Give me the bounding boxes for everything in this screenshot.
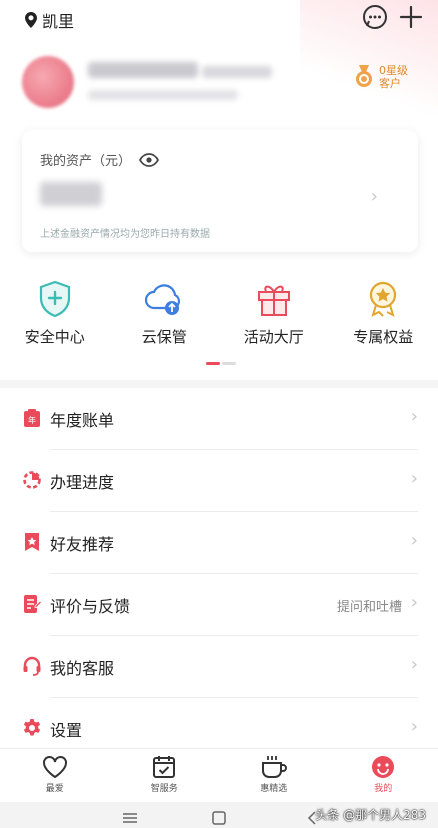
quick-label-cloud: 云保管 [141, 328, 187, 346]
chevron-right-icon: › [410, 592, 418, 613]
menu-label: 办理进度 [50, 473, 115, 492]
quick-item-security[interactable]: 安全中心 [0, 280, 110, 360]
assets-note: 上述金融资产情况均为您昨日持有数据 [40, 229, 210, 240]
star-badge-icon [370, 281, 397, 317]
gear-icon [23, 719, 41, 736]
chevron-right-icon: › [410, 468, 418, 489]
chevron-right-icon: › [410, 406, 418, 427]
blurred-user-subtitle [88, 90, 238, 100]
annual-bill-icon: 年 [24, 409, 40, 427]
menu-label: 设置 [50, 721, 83, 740]
assets-title-row: 我的资产（元） [40, 150, 160, 169]
assets-title: 我的资产（元） [40, 154, 132, 169]
chat-bubble-icon[interactable] [362, 4, 388, 30]
plus-icon[interactable] [398, 4, 424, 30]
tab-label: 惠精选 [260, 784, 288, 794]
menu-item-progress[interactable]: 办理进度 › [0, 450, 438, 512]
bookmark-star-icon [25, 533, 39, 551]
menu-item-feedback[interactable]: 评价与反馈 提问和吐槽 › [0, 574, 438, 636]
header-actions [362, 4, 424, 30]
tab-favorites[interactable]: 最爱 [0, 749, 110, 803]
eye-icon[interactable] [139, 152, 160, 167]
quick-item-activity[interactable]: 活动大厅 [219, 280, 329, 360]
tab-label: 最爱 [45, 784, 64, 794]
tab-mine[interactable]: 我的 [329, 749, 438, 803]
watermark-text: 头条 @那个男人283 [315, 808, 426, 822]
city-label: 凯里 [42, 12, 75, 31]
heart-icon [42, 756, 67, 779]
tab-smart-service[interactable]: 智服务 [110, 749, 220, 803]
header-area: 凯里 0星级 客户 我的资产（元） › 上述金融资产情况均为您昨日持有数据 安全… [0, 0, 438, 380]
page-indicator-inactive [222, 362, 236, 365]
quick-item-cloud[interactable]: 云保管 [110, 280, 220, 360]
menu-label: 年度账单 [50, 411, 115, 430]
tab-label: 智服务 [150, 784, 178, 794]
menu-label: 好友推荐 [50, 535, 115, 554]
home-nav-icon[interactable] [212, 811, 226, 825]
feedback-icon [24, 595, 42, 613]
menu-item-annual-bill[interactable]: 年 年度账单 › [0, 388, 438, 450]
headset-icon [23, 656, 41, 676]
quick-label-activity: 活动大厅 [243, 328, 304, 346]
quick-actions: 安全中心 云保管 活动大厅 专属权益 [0, 280, 438, 360]
tab-label: 我的 [374, 784, 393, 794]
quick-item-benefits[interactable]: 专属权益 [329, 280, 438, 360]
chevron-right-icon[interactable]: › [371, 186, 378, 207]
progress-icon [23, 471, 41, 489]
menu-list: 年 年度账单 › 办理进度 › 好友推荐 › 评价与反馈 提问和吐槽 › 我的客… [0, 388, 438, 748]
menu-item-referral[interactable]: 好友推荐 › [0, 512, 438, 574]
level-text-line1: 0星级 [379, 64, 408, 77]
chevron-right-icon: › [410, 654, 418, 675]
cup-icon [261, 756, 287, 778]
page-indicator-active [206, 362, 220, 365]
menu-label: 我的客服 [50, 659, 115, 678]
avatar[interactable] [22, 56, 74, 108]
level-text-line2: 客户 [379, 77, 401, 90]
shield-plus-icon [39, 280, 70, 318]
calendar-check-icon [153, 756, 176, 778]
page-indicator [206, 362, 236, 365]
customer-level-badge[interactable]: 0星级 客户 [353, 64, 408, 90]
assets-card[interactable]: 我的资产（元） › 上述金融资产情况均为您昨日持有数据 [22, 130, 418, 252]
menu-item-customer-service[interactable]: 我的客服 › [0, 636, 438, 698]
menu-nav-icon[interactable] [122, 812, 138, 824]
cloud-upload-icon [145, 284, 181, 315]
blurred-asset-amount [40, 182, 102, 206]
gift-icon [257, 285, 290, 316]
medal-icon [356, 65, 372, 87]
smile-face-icon [372, 756, 395, 778]
bottom-tab-bar: 最爱 智服务 惠精选 我的 [0, 748, 438, 803]
city-selector[interactable]: 凯里 [24, 8, 74, 32]
tab-deals[interactable]: 惠精选 [219, 749, 329, 803]
chevron-right-icon: › [410, 530, 418, 551]
menu-extra-text: 提问和吐槽 [336, 600, 402, 615]
blurred-user-id [202, 66, 272, 78]
location-pin-icon [25, 12, 37, 28]
quick-label-security: 安全中心 [24, 328, 85, 346]
chevron-right-icon: › [410, 716, 418, 737]
blurred-user-name [88, 62, 198, 78]
menu-label: 评价与反馈 [50, 597, 131, 616]
quick-label-benefits: 专属权益 [353, 328, 414, 346]
svg-text:年: 年 [28, 415, 36, 425]
profile-row[interactable]: 0星级 客户 [22, 56, 422, 108]
